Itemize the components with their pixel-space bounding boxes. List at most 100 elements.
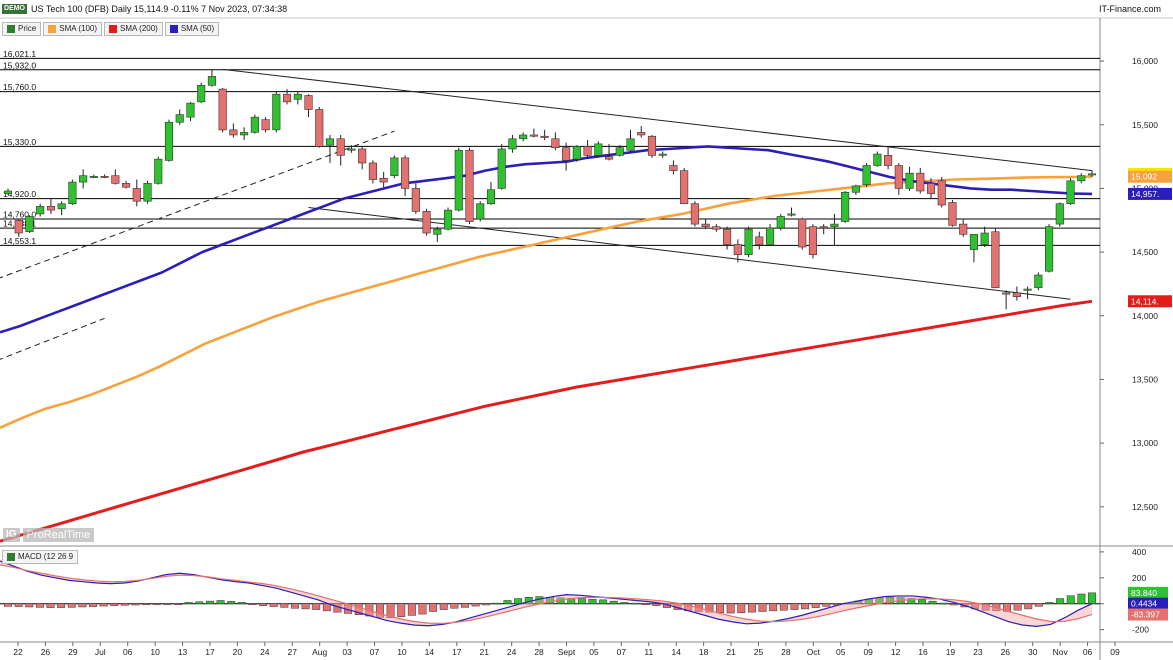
macd-hist-bar xyxy=(822,603,831,607)
macd-hist-bar xyxy=(641,603,650,605)
candle xyxy=(465,147,474,225)
macd-hist-bar xyxy=(1045,602,1054,604)
macd-hist-bar xyxy=(1034,603,1043,607)
candle xyxy=(841,190,850,223)
x-tick-label: 21 xyxy=(479,647,489,657)
candle-body xyxy=(1087,173,1097,176)
candle xyxy=(261,117,270,133)
x-tick-label: 26 xyxy=(41,647,51,657)
candle xyxy=(808,224,818,259)
macd-hist-bar xyxy=(14,603,23,607)
candle-body xyxy=(240,132,249,136)
candle-body xyxy=(723,228,732,245)
candle xyxy=(443,207,453,231)
ig-logo: IG xyxy=(3,528,20,542)
macd-hist-bar xyxy=(99,603,108,607)
macd-tag-label: 0.4434 xyxy=(1131,599,1157,609)
macd-hist-bar xyxy=(67,603,76,608)
candle-body xyxy=(594,143,603,156)
x-tick-label: 09 xyxy=(1110,647,1120,657)
legend-sma200[interactable]: SMA (200) xyxy=(104,22,163,36)
x-tick-label: 16 xyxy=(918,647,928,657)
candle-body xyxy=(46,205,55,211)
macd-hist-bar xyxy=(514,598,523,604)
candle-body xyxy=(787,213,796,216)
candle-body xyxy=(347,148,356,151)
macd-hist-bar xyxy=(120,603,129,606)
legend-sma50[interactable]: SMA (50) xyxy=(164,22,220,36)
legend-sma200-label: SMA (200) xyxy=(120,24,158,33)
candle-body xyxy=(401,157,410,189)
candle-body xyxy=(980,232,989,245)
candle xyxy=(862,162,871,188)
chart-header: DEMO US Tech 100 (DFB) Daily 15,114.9 -0… xyxy=(2,1,287,17)
macd-hist-bar xyxy=(801,603,810,610)
candle-body xyxy=(712,226,721,230)
level-label: 15,330.0 xyxy=(3,137,36,147)
x-tick-label: 29 xyxy=(68,647,78,657)
price-tag-label: 14,114. xyxy=(1131,296,1159,306)
macd-hist-bar xyxy=(110,603,119,606)
candle-body xyxy=(1077,175,1086,182)
candle xyxy=(873,151,882,167)
legend-sma100[interactable]: SMA (100) xyxy=(43,22,103,36)
level-label: 16,021.1 xyxy=(3,49,36,59)
macd-hist-bar xyxy=(609,600,618,604)
macd-hist-bar xyxy=(429,603,438,612)
macd-hist-bar xyxy=(89,603,97,607)
candle-body xyxy=(669,165,678,171)
candle-body xyxy=(368,162,377,180)
x-tick-label: 20 xyxy=(233,647,243,657)
candle-body xyxy=(336,138,345,156)
prorealtime-watermark: IG ProRealTime xyxy=(3,528,95,542)
macd-tag-label: -83.397 xyxy=(1131,610,1160,620)
legend-macd[interactable]: MACD (12 26 9 xyxy=(2,550,79,564)
macd-hist-bar xyxy=(1066,595,1075,604)
legend-sma100-label: SMA (100) xyxy=(59,24,98,33)
candle-body xyxy=(132,188,141,202)
x-tick-label: 26 xyxy=(1001,647,1011,657)
macd-hist-bar xyxy=(163,603,172,605)
y-tick-label: 12,500 xyxy=(1132,502,1158,512)
candle xyxy=(315,106,324,148)
x-tick-label: 11 xyxy=(644,647,653,657)
candle xyxy=(1066,178,1075,205)
macd-hist-bar xyxy=(195,601,204,604)
macd-hist-bar xyxy=(737,603,746,614)
macd-hist-bar xyxy=(312,603,321,610)
macd-hist-bar xyxy=(599,599,608,604)
candle-body xyxy=(79,175,88,183)
candle-body xyxy=(486,189,496,205)
candle xyxy=(690,201,699,227)
candle xyxy=(476,201,485,222)
candle-body xyxy=(433,228,442,235)
macd-hist-bar xyxy=(1013,603,1022,611)
candle-body xyxy=(315,109,324,147)
macd-hist-bar xyxy=(46,603,55,608)
macd-hist-bar xyxy=(439,603,448,610)
candle-body xyxy=(583,146,592,156)
candle-body xyxy=(551,138,560,148)
candle xyxy=(154,156,163,185)
macd-hist-bar xyxy=(1056,598,1065,604)
legend-price[interactable]: Price xyxy=(2,22,42,36)
x-tick-label: 14 xyxy=(425,647,435,657)
candle-body xyxy=(873,153,882,166)
candle-body xyxy=(89,176,98,178)
x-tick-label: Jul xyxy=(95,647,106,657)
level-label: 14,553.1 xyxy=(3,236,36,246)
macd-hist-bar xyxy=(631,602,639,605)
candle-body xyxy=(1055,203,1064,225)
candle xyxy=(218,87,227,133)
candle-body xyxy=(379,177,388,183)
candle-body xyxy=(207,76,216,86)
macd-hist-bar xyxy=(322,603,331,612)
candle-body xyxy=(57,203,66,210)
candle xyxy=(25,215,34,234)
macd-hist-bar xyxy=(216,600,225,604)
macd-hist-bar xyxy=(747,603,756,613)
candle-body xyxy=(1034,274,1043,289)
candle-body xyxy=(250,116,259,133)
candle-body xyxy=(175,114,184,123)
candle-body xyxy=(776,216,785,229)
